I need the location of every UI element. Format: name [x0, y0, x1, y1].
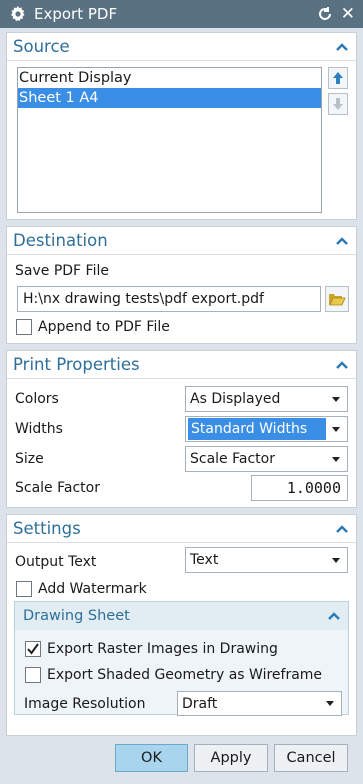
checkmark-icon: [27, 643, 39, 655]
title-bar: Export PDF ✕: [0, 0, 363, 28]
dropdown-arrow-icon: [326, 701, 334, 706]
ok-button[interactable]: OK: [115, 744, 188, 772]
watermark-label: Add Watermark: [38, 581, 147, 597]
arrow-down-icon: [333, 98, 343, 110]
browse-folder-button[interactable]: [325, 286, 349, 312]
output-text-value: Text: [190, 552, 219, 568]
window-title: Export PDF: [34, 5, 118, 23]
drawing-sheet-header[interactable]: Drawing Sheet: [15, 602, 348, 630]
size-label: Size: [15, 451, 44, 467]
settings-title: Settings: [13, 519, 81, 538]
move-down-button[interactable]: [328, 93, 348, 115]
gear-icon[interactable]: [10, 6, 26, 22]
output-text-dropdown[interactable]: Text: [185, 547, 348, 573]
collapse-chevron-icon[interactable]: [336, 524, 348, 534]
widths-value: Standard Widths: [188, 418, 326, 440]
scale-factor-label: Scale Factor: [15, 480, 100, 496]
size-dropdown[interactable]: Scale Factor: [185, 446, 348, 472]
source-list[interactable]: Current Display Sheet 1 A4: [17, 67, 322, 213]
colors-label: Colors: [15, 391, 59, 407]
shaded-geometry-label: Export Shaded Geometry as Wireframe: [47, 667, 323, 683]
close-icon[interactable]: ✕: [341, 5, 355, 23]
dropdown-arrow-icon: [332, 557, 340, 563]
folder-open-icon: [329, 294, 346, 306]
image-resolution-value: Draft: [182, 695, 218, 712]
collapse-chevron-icon[interactable]: [336, 360, 348, 370]
destination-panel: Destination Save PDF File H:\nx drawing …: [6, 226, 357, 344]
collapse-chevron-icon[interactable]: [336, 236, 348, 246]
collapse-chevron-icon[interactable]: [328, 611, 340, 621]
append-label: Append to PDF File: [38, 319, 170, 335]
reset-icon[interactable]: [317, 6, 333, 22]
list-item-current-display[interactable]: Current Display: [18, 68, 321, 88]
print-properties-title: Print Properties: [13, 355, 140, 374]
raster-images-label: Export Raster Images in Drawing: [47, 641, 278, 657]
shaded-geometry-checkbox[interactable]: [25, 667, 41, 683]
colors-value: As Displayed: [190, 391, 281, 407]
collapse-chevron-icon[interactable]: [336, 42, 348, 52]
settings-header[interactable]: Settings: [7, 515, 356, 543]
arrow-up-icon: [333, 72, 343, 84]
source-header[interactable]: Source: [7, 33, 356, 61]
source-title: Source: [13, 37, 70, 56]
save-pdf-label: Save PDF File: [15, 263, 109, 279]
print-properties-panel: Print Properties Colors As Displayed Wid…: [6, 350, 357, 508]
source-panel: Source Current Display Sheet 1 A4: [6, 32, 357, 220]
output-text-label: Output Text: [15, 554, 97, 570]
list-item-sheet-1[interactable]: Sheet 1 A4: [18, 88, 321, 108]
raster-images-checkbox[interactable]: [25, 641, 41, 657]
drawing-sheet-group: Drawing Sheet Export Raster Images in Dr…: [14, 601, 349, 716]
cancel-button[interactable]: Cancel: [274, 744, 348, 772]
dropdown-arrow-icon: [332, 456, 340, 462]
apply-button[interactable]: Apply: [194, 744, 268, 772]
image-resolution-label: Image Resolution: [24, 696, 146, 712]
file-path-field[interactable]: H:\nx drawing tests\pdf export.pdf: [17, 286, 321, 312]
scale-factor-value: 1.0000: [286, 479, 341, 497]
destination-title: Destination: [13, 231, 108, 250]
print-properties-header[interactable]: Print Properties: [7, 351, 356, 379]
colors-dropdown[interactable]: As Displayed: [185, 386, 348, 412]
dropdown-arrow-icon: [332, 426, 340, 432]
drawing-sheet-title: Drawing Sheet: [23, 608, 130, 624]
move-up-button[interactable]: [328, 67, 348, 89]
widths-dropdown[interactable]: Standard Widths: [185, 416, 348, 442]
settings-panel: Settings Output Text Text Add Watermark …: [6, 514, 357, 736]
watermark-checkbox[interactable]: [16, 581, 32, 597]
widths-label: Widths: [15, 421, 63, 437]
dropdown-arrow-icon: [332, 396, 340, 402]
destination-header[interactable]: Destination: [7, 227, 356, 255]
append-checkbox[interactable]: [16, 319, 32, 335]
size-value: Scale Factor: [190, 451, 275, 467]
image-resolution-dropdown[interactable]: Draft: [177, 691, 342, 716]
scale-factor-field[interactable]: 1.0000: [251, 475, 348, 501]
